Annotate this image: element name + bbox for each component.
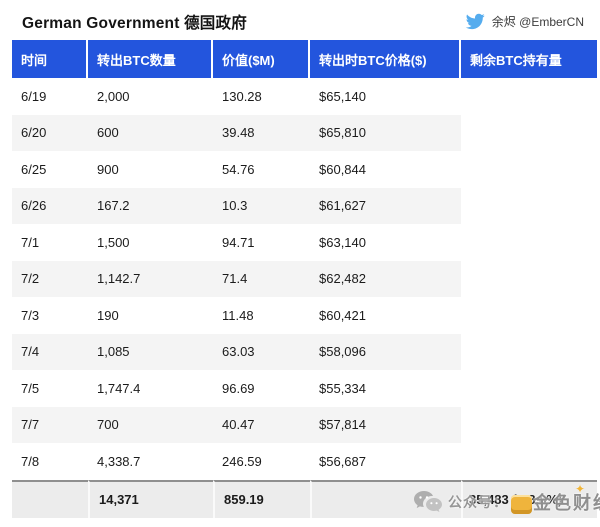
cell-amount: 167.2 — [88, 187, 213, 224]
cell-value: 40.47 — [213, 406, 310, 443]
btc-transfers-table: 时间 转出BTC数量 价值($M) 转出时BTC价格($) 剩余BTC持有量 6… — [12, 40, 597, 518]
table-row: 7/7 700 40.47 $57,814 — [12, 406, 597, 443]
cell-amount: 600 — [88, 114, 213, 151]
cell-remaining — [461, 260, 597, 297]
cell-amount: 1,085 — [88, 333, 213, 370]
cell-value: 246.59 — [213, 443, 310, 480]
cell-amount: 900 — [88, 151, 213, 188]
cell-date: 6/25 — [12, 151, 88, 188]
author-handle: 余烬 @EmberCN — [491, 15, 584, 29]
table-row: 7/3 190 11.48 $60,421 — [12, 297, 597, 334]
cell-date: 6/20 — [12, 114, 88, 151]
cell-price: $61,627 — [310, 187, 461, 224]
table-header-row: 时间 转出BTC数量 价值($M) 转出时BTC价格($) 剩余BTC持有量 — [12, 40, 597, 78]
cell-amount: 1,142.7 — [88, 260, 213, 297]
table-row: 7/2 1,142.7 71.4 $62,482 — [12, 260, 597, 297]
cell-price: $57,814 — [310, 406, 461, 443]
table-row: 6/26 167.2 10.3 $61,627 — [12, 187, 597, 224]
table-row: 7/8 4,338.7 246.59 $56,687 — [12, 443, 597, 480]
cell-amount: 1,500 — [88, 224, 213, 261]
cell-value: 96.69 — [213, 370, 310, 407]
cell-amount: 700 — [88, 406, 213, 443]
cell-value: 39.48 — [213, 114, 310, 151]
twitter-icon — [465, 13, 485, 30]
cell-value: 10.3 — [213, 187, 310, 224]
column-header-price: 转出时BTC价格($) — [310, 40, 461, 78]
cell-price: $56,687 — [310, 443, 461, 480]
table-row: 7/1 1,500 94.71 $63,140 — [12, 224, 597, 261]
cell-amount: 4,338.7 — [88, 443, 213, 480]
cell-remaining — [461, 187, 597, 224]
cell-amount: 1,747.4 — [88, 370, 213, 407]
table-body: 6/19 2,000 130.28 $65,140 6/20 600 39.48 $65,81… — [12, 78, 597, 518]
cell-remaining — [461, 370, 597, 407]
table-row: 7/4 1,085 63.03 $58,096 — [12, 333, 597, 370]
cell-price: $58,096 — [310, 333, 461, 370]
cell-date — [12, 479, 88, 518]
cell-value: 859.19 — [213, 479, 310, 518]
cell-date: 7/7 — [12, 406, 88, 443]
cell-price: $62,482 — [310, 260, 461, 297]
column-header-time: 时间 — [12, 40, 88, 78]
cell-remaining — [461, 406, 597, 443]
table-total-row: 14,371 859.19 35,483 (-28.8%) — [12, 479, 597, 518]
cell-remaining: 35,483 (-28.8%) — [461, 479, 597, 518]
cell-value: 54.76 — [213, 151, 310, 188]
column-header-remaining: 剩余BTC持有量 — [461, 40, 597, 78]
table-row: 6/25 900 54.76 $60,844 — [12, 151, 597, 188]
cell-price: $65,140 — [310, 78, 461, 115]
cell-price: $65,810 — [310, 114, 461, 151]
cell-remaining — [461, 114, 597, 151]
cell-value: 94.71 — [213, 224, 310, 261]
cell-remaining — [461, 151, 597, 188]
cell-date: 7/4 — [12, 333, 88, 370]
cell-amount: 14,371 — [88, 479, 213, 518]
cell-price: $63,140 — [310, 224, 461, 261]
cell-date: 7/2 — [12, 260, 88, 297]
cell-value: 11.48 — [213, 297, 310, 334]
cell-price: $55,334 — [310, 370, 461, 407]
cell-value: 130.28 — [213, 78, 310, 115]
cell-remaining — [461, 443, 597, 480]
cell-date: 7/3 — [12, 297, 88, 334]
page-header: German Government 德国政府 余烬 @EmberCN — [0, 0, 600, 40]
cell-date: 6/26 — [12, 187, 88, 224]
cell-remaining — [461, 297, 597, 334]
cell-value: 63.03 — [213, 333, 310, 370]
column-header-value: 价值($M) — [213, 40, 310, 78]
table-row: 7/5 1,747.4 96.69 $55,334 — [12, 370, 597, 407]
column-header-amount: 转出BTC数量 — [88, 40, 213, 78]
page-title: German Government 德国政府 — [22, 14, 247, 32]
cell-amount: 2,000 — [88, 78, 213, 115]
cell-price — [310, 479, 461, 518]
cell-price: $60,844 — [310, 151, 461, 188]
cell-value: 71.4 — [213, 260, 310, 297]
cell-remaining — [461, 333, 597, 370]
cell-price: $60,421 — [310, 297, 461, 334]
table-row: 6/19 2,000 130.28 $65,140 — [12, 78, 597, 115]
cell-date: 7/8 — [12, 443, 88, 480]
cell-date: 6/19 — [12, 78, 88, 115]
table-row: 6/20 600 39.48 $65,810 — [12, 114, 597, 151]
cell-remaining — [461, 78, 597, 115]
cell-remaining — [461, 224, 597, 261]
author-attribution: 余烬 @EmberCN — [465, 13, 584, 30]
cell-date: 7/5 — [12, 370, 88, 407]
cell-date: 7/1 — [12, 224, 88, 261]
cell-amount: 190 — [88, 297, 213, 334]
